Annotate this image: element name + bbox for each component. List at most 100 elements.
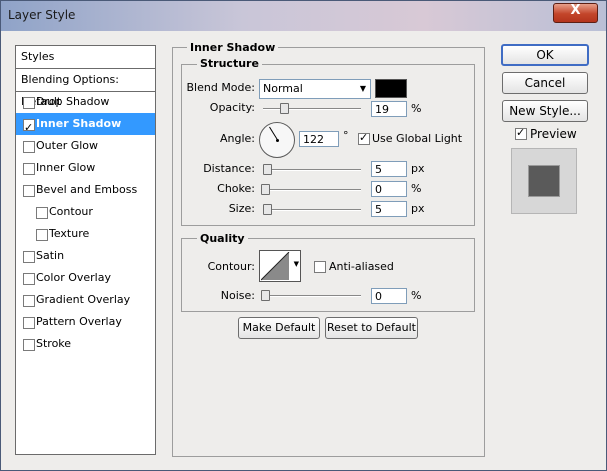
style-label-drop-shadow: Drop Shadow: [36, 95, 110, 108]
blend-mode-select[interactable]: Normal ▼: [259, 79, 371, 99]
style-item-color-overlay[interactable]: Color Overlay: [16, 267, 155, 289]
style-label-contour: Contour: [49, 205, 93, 218]
style-item-gradient-overlay[interactable]: Gradient Overlay: [16, 289, 155, 311]
style-item-outer-glow[interactable]: Outer Glow: [16, 135, 155, 157]
style-label-texture: Texture: [49, 227, 90, 240]
preview-label: Preview: [530, 127, 577, 141]
opacity-value: 19: [375, 103, 389, 116]
style-checkbox-contour[interactable]: [36, 207, 48, 219]
contour-label: Contour:: [207, 260, 255, 273]
noise-field[interactable]: 0: [371, 288, 407, 304]
close-icon: X: [570, 3, 581, 18]
style-checkbox-texture[interactable]: [36, 229, 48, 241]
style-label-stroke: Stroke: [36, 337, 72, 350]
preview-thumbnail: [511, 148, 577, 214]
chevron-down-icon: ▼: [359, 84, 366, 93]
cancel-button[interactable]: Cancel: [502, 72, 588, 94]
style-item-inner-glow[interactable]: Inner Glow: [16, 157, 155, 179]
style-checkbox-satin[interactable]: [23, 251, 35, 263]
reset-to-default-button[interactable]: Reset to Default: [325, 317, 418, 339]
choke-field[interactable]: 0: [371, 181, 407, 197]
preview-checkbox[interactable]: [515, 126, 527, 140]
style-checkbox-stroke[interactable]: [23, 339, 35, 351]
anti-aliased-checkbox[interactable]: [314, 261, 326, 273]
distance-unit: px: [411, 162, 425, 175]
layer-style-dialog: Layer Style X Styles Blending Options: D…: [0, 0, 607, 471]
styles-header[interactable]: Styles: [16, 46, 155, 69]
size-unit: px: [411, 202, 425, 215]
inner-shadow-title: Inner Shadow: [187, 41, 279, 54]
distance-label: Distance:: [203, 162, 255, 175]
style-checkbox-inner-glow[interactable]: [23, 163, 35, 175]
shadow-color-swatch[interactable]: [375, 79, 407, 98]
noise-label: Noise:: [220, 289, 255, 302]
ok-button[interactable]: OK: [501, 44, 589, 66]
blend-mode-value: Normal: [263, 82, 303, 95]
style-item-inner-shadow[interactable]: Inner Shadow: [16, 113, 155, 139]
contour-picker[interactable]: ▼: [259, 250, 301, 282]
size-slider[interactable]: [263, 209, 361, 211]
quality-title: Quality: [197, 232, 248, 245]
angle-dial[interactable]: [259, 122, 295, 158]
styles-panel: Styles Blending Options: Default Drop Sha…: [15, 45, 156, 455]
distance-field[interactable]: 5: [371, 161, 407, 177]
angle-value: 122: [303, 133, 324, 146]
style-item-drop-shadow[interactable]: Drop Shadow: [16, 91, 155, 113]
chevron-down-icon: ▼: [293, 260, 299, 268]
angle-field[interactable]: 122: [299, 131, 339, 147]
choke-slider-thumb[interactable]: [261, 184, 270, 195]
choke-value: 0: [375, 183, 382, 196]
style-checkbox-drop-shadow[interactable]: [23, 97, 35, 109]
distance-value: 5: [375, 163, 382, 176]
style-label-satin: Satin: [36, 249, 65, 262]
window-title: Layer Style: [8, 8, 76, 22]
close-button[interactable]: X: [553, 3, 598, 23]
style-checkbox-gradient-overlay[interactable]: [23, 295, 35, 307]
style-checkbox-outer-glow[interactable]: [23, 141, 35, 153]
anti-aliased-label: Anti-aliased: [329, 260, 394, 273]
noise-slider-thumb[interactable]: [261, 290, 270, 301]
style-label-gradient-overlay: Gradient Overlay: [36, 293, 131, 306]
style-label-outer-glow: Outer Glow: [36, 139, 99, 152]
use-global-light-label: Use Global Light: [372, 132, 463, 145]
opacity-slider[interactable]: [263, 108, 361, 110]
angle-center: [276, 139, 279, 142]
angle-unit: °: [343, 129, 349, 142]
choke-label: Choke:: [217, 182, 255, 195]
opacity-unit: %: [411, 102, 422, 115]
make-default-button[interactable]: Make Default: [238, 317, 320, 339]
size-label: Size:: [228, 202, 255, 215]
preview-swatch: [528, 165, 560, 197]
opacity-field[interactable]: 19: [371, 101, 407, 117]
styles-header-label: Styles: [21, 50, 55, 63]
style-item-satin[interactable]: Satin: [16, 245, 155, 267]
choke-slider[interactable]: [263, 189, 361, 191]
noise-slider[interactable]: [263, 295, 361, 297]
distance-slider[interactable]: [263, 169, 361, 171]
noise-unit: %: [411, 289, 422, 302]
new-style-button[interactable]: New Style...: [502, 100, 588, 122]
style-item-bevel-and-emboss[interactable]: Bevel and Emboss: [16, 179, 155, 201]
style-label-pattern-overlay: Pattern Overlay: [36, 315, 122, 328]
style-checkbox-color-overlay[interactable]: [23, 273, 35, 285]
style-checkbox-bevel-and-emboss[interactable]: [23, 185, 35, 197]
size-slider-thumb[interactable]: [262, 204, 272, 215]
style-item-blending-options-default[interactable]: Blending Options: Default: [16, 69, 155, 108]
style-item-texture[interactable]: Texture: [16, 223, 155, 245]
size-value: 5: [375, 203, 382, 216]
style-item-pattern-overlay[interactable]: Pattern Overlay: [16, 311, 155, 333]
distance-slider-thumb[interactable]: [262, 164, 272, 175]
use-global-light-checkbox[interactable]: [358, 131, 370, 145]
opacity-slider-thumb[interactable]: [279, 103, 289, 114]
blend-mode-label: Blend Mode:: [186, 81, 256, 94]
style-label-bevel-and-emboss: Bevel and Emboss: [36, 183, 138, 196]
style-item-contour[interactable]: Contour: [16, 201, 155, 223]
size-field[interactable]: 5: [371, 201, 407, 217]
title-bar[interactable]: Layer Style X: [1, 1, 606, 31]
angle-indicator: [269, 126, 278, 140]
style-checkbox-inner-shadow[interactable]: [23, 117, 35, 139]
structure-title: Structure: [197, 57, 262, 70]
style-checkbox-pattern-overlay[interactable]: [23, 317, 35, 329]
opacity-label: Opacity:: [209, 101, 255, 114]
style-item-stroke[interactable]: Stroke: [16, 333, 155, 355]
